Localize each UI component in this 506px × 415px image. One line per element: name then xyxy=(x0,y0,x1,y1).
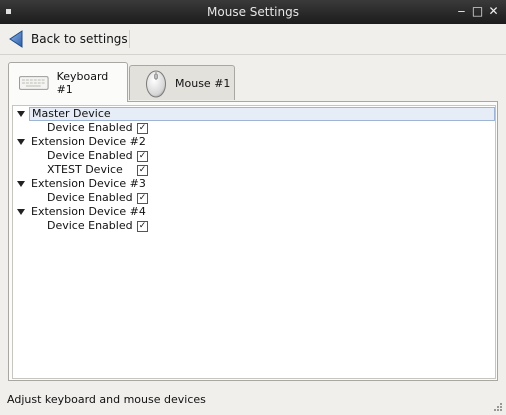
resize-grip-icon[interactable] xyxy=(493,402,503,412)
device-enabled-checkbox[interactable]: ✓ xyxy=(137,151,148,162)
xtest-device-checkbox[interactable]: ✓ xyxy=(137,165,148,176)
device-enabled-checkbox[interactable]: ✓ xyxy=(137,193,148,204)
tree-row-extension-device-4[interactable]: Extension Device #4 xyxy=(31,205,146,219)
expander-extension-device-4[interactable] xyxy=(17,209,25,215)
expander-master-device[interactable] xyxy=(17,111,25,117)
status-bar: Adjust keyboard and mouse devices xyxy=(0,389,506,415)
tree-row-device-enabled: Device Enabled xyxy=(47,219,133,233)
device-tree[interactable]: Master Device Device Enabled ✓ Extension… xyxy=(12,105,496,379)
tree-label-device-enabled: Device Enabled xyxy=(47,191,133,204)
device-enabled-checkbox[interactable]: ✓ xyxy=(137,123,148,134)
status-text: Adjust keyboard and mouse devices xyxy=(7,393,206,406)
toolbar: Back to settings xyxy=(0,24,506,55)
back-arrow-icon xyxy=(9,30,23,48)
expander-extension-device-3[interactable] xyxy=(17,181,25,187)
tree-label-extension-device-4: Extension Device #4 xyxy=(31,205,146,218)
tab-mouse[interactable]: Mouse #1 xyxy=(129,65,235,100)
minimize-button[interactable]: ‒ xyxy=(454,3,469,19)
tree-row-xtest-device: XTEST Device xyxy=(47,163,123,177)
toolbar-separator xyxy=(129,30,130,48)
tree-label-master-device: Master Device xyxy=(32,107,111,120)
tab-keyboard[interactable]: Keyboard #1 xyxy=(8,62,128,102)
tree-label-xtest-device: XTEST Device xyxy=(47,163,123,176)
mouse-icon xyxy=(146,70,166,98)
tree-label-device-enabled: Device Enabled xyxy=(47,149,133,162)
close-button[interactable]: ✕ xyxy=(486,3,501,19)
keyboard-icon xyxy=(19,75,49,90)
back-button-label: Back to settings xyxy=(31,32,128,46)
tab-keyboard-label: Keyboard #1 xyxy=(56,69,109,96)
back-to-settings-button[interactable]: Back to settings xyxy=(8,28,128,50)
tree-row-extension-device-3[interactable]: Extension Device #3 xyxy=(31,177,146,191)
tree-row-device-enabled: Device Enabled xyxy=(47,191,133,205)
device-enabled-checkbox[interactable]: ✓ xyxy=(137,221,148,232)
tree-row-extension-device-2[interactable]: Extension Device #2 xyxy=(31,135,146,149)
tree-label-extension-device-2: Extension Device #2 xyxy=(31,135,146,148)
window-title: Mouse Settings xyxy=(207,5,299,19)
tree-label-extension-device-3: Extension Device #3 xyxy=(31,177,146,190)
tab-content-panel: Master Device Device Enabled ✓ Extension… xyxy=(8,101,498,381)
tree-label-device-enabled: Device Enabled xyxy=(47,219,133,232)
tree-row-device-enabled: Device Enabled xyxy=(47,149,133,163)
expander-extension-device-2[interactable] xyxy=(17,139,25,145)
window-titlebar: Mouse Settings ‒ □ ✕ xyxy=(0,0,506,24)
tab-mouse-label: Mouse #1 xyxy=(175,76,231,90)
tree-row-master-device[interactable]: Master Device xyxy=(29,107,495,121)
tree-row-device-enabled: Device Enabled xyxy=(47,121,133,135)
maximize-button[interactable]: □ xyxy=(470,3,485,19)
tree-label-device-enabled: Device Enabled xyxy=(47,121,133,134)
